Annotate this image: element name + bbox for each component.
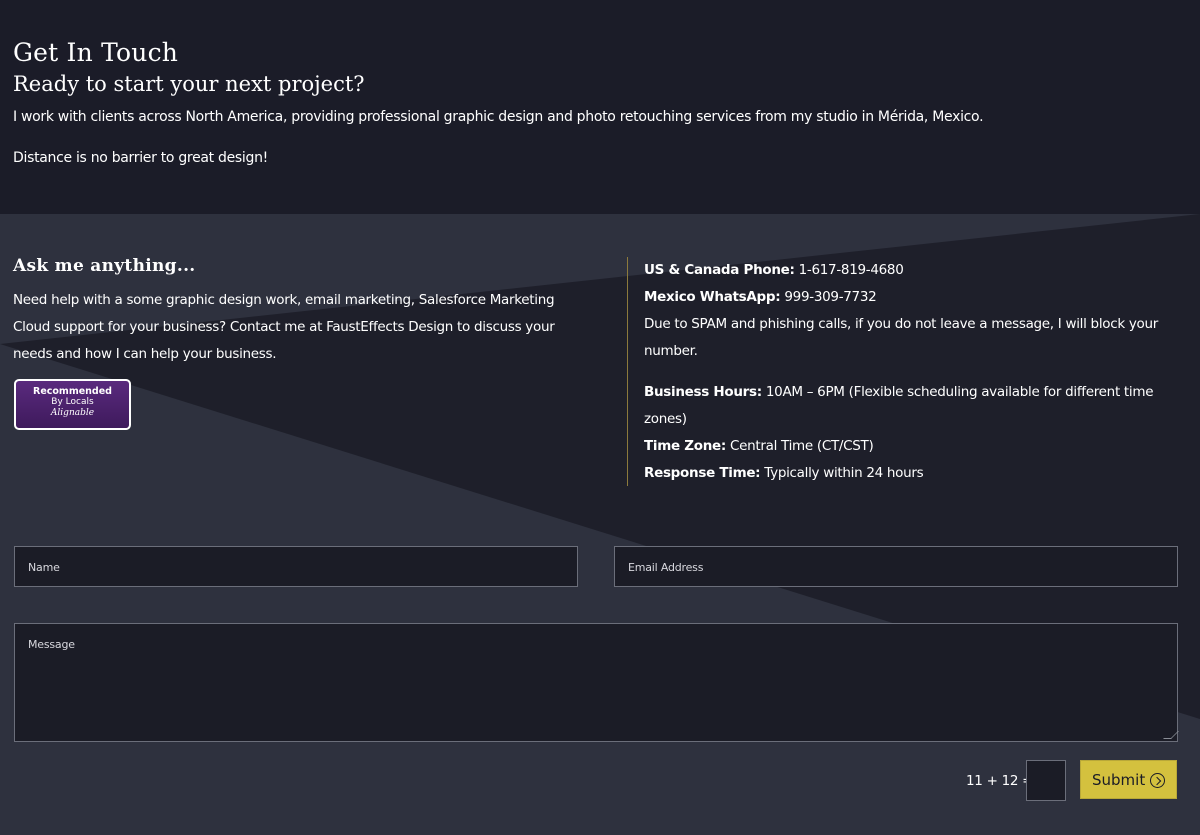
timezone-value: Central Time (CT/CST) <box>726 438 874 454</box>
badge-line-2: By Locals <box>51 397 94 407</box>
captcha-input[interactable] <box>1026 760 1066 801</box>
resize-handle-icon[interactable] <box>1163 731 1179 739</box>
badge-line-1: Recommended <box>33 386 112 397</box>
phone-row: US & Canada Phone: 1-617-819-4680 <box>644 257 1187 284</box>
email-placeholder: Email Address <box>628 561 704 574</box>
name-field[interactable]: Name <box>14 546 578 587</box>
page-title: Get In Touch <box>13 38 179 67</box>
response-value: Typically within 24 hours <box>760 465 924 481</box>
spam-note: Due to SPAM and phishing calls, if you d… <box>644 316 1159 359</box>
recommended-badge[interactable]: Recommended By Locals Alignable <box>14 379 131 430</box>
hours-label: Business Hours: <box>644 384 762 400</box>
intro-text: I work with clients across North America… <box>13 109 984 125</box>
whatsapp-row: Mexico WhatsApp: 999-309-7732 <box>644 284 1187 311</box>
tagline-text: Distance is no barrier to great design! <box>13 150 268 166</box>
contact-section: Ask me anything... Need help with a some… <box>0 214 1200 835</box>
submit-button[interactable]: Submit <box>1080 760 1177 799</box>
response-row: Response Time: Typically within 24 hours <box>644 460 1187 487</box>
ask-title: Ask me anything... <box>13 256 196 276</box>
badge-logo-text: Alignable <box>50 408 95 418</box>
phone-value: 1-617-819-4680 <box>794 262 904 278</box>
timezone-row: Time Zone: Central Time (CT/CST) <box>644 433 1187 460</box>
phone-label: US & Canada Phone: <box>644 262 795 278</box>
timezone-label: Time Zone: <box>644 438 726 454</box>
name-placeholder: Name <box>28 561 60 574</box>
circle-arrow-right-icon <box>1150 773 1165 788</box>
hero-section: Get In Touch Ready to start your next pr… <box>0 0 1200 214</box>
whatsapp-label: Mexico WhatsApp: <box>644 289 781 305</box>
ask-description: Need help with a some graphic design wor… <box>13 292 555 362</box>
contact-info: US & Canada Phone: 1-617-819-4680 Mexico… <box>627 257 1187 486</box>
email-field[interactable]: Email Address <box>614 546 1178 587</box>
submit-label: Submit <box>1092 771 1146 789</box>
message-field[interactable]: Message <box>14 623 1179 742</box>
message-placeholder: Message <box>28 638 75 651</box>
whatsapp-value: 999-309-7732 <box>780 289 877 305</box>
response-label: Response Time: <box>644 465 761 481</box>
page-subtitle: Ready to start your next project? <box>13 72 365 96</box>
hours-row: Business Hours: 10AM – 6PM (Flexible sch… <box>644 379 1187 433</box>
captcha-question: 11 + 12 = <box>966 773 1034 789</box>
